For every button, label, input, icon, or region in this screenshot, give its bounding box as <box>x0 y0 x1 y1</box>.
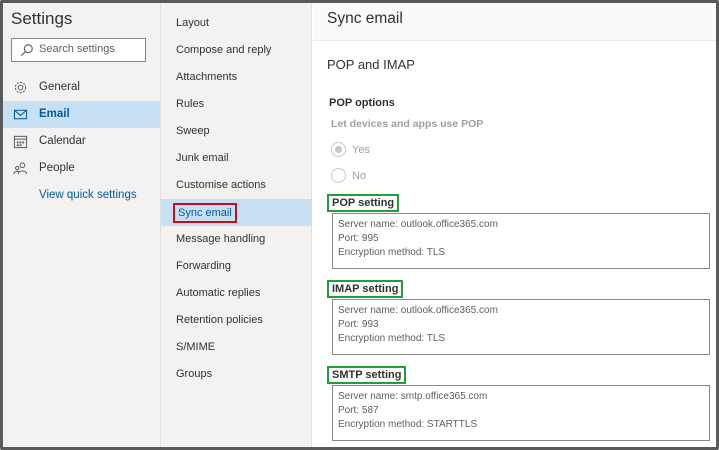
subnav-item-forwarding[interactable]: Forwarding <box>161 253 312 280</box>
smtp-setting-box: Server name: smtp.office365.com Port: 58… <box>332 385 710 441</box>
subnav-item-label: Retention policies <box>176 314 263 326</box>
smtp-encryption: Encryption method: STARTTLS <box>338 419 478 430</box>
smtp-port: Port: 587 <box>338 405 379 416</box>
people-icon <box>13 162 28 175</box>
search-icon <box>20 44 33 57</box>
pop-port: Port: 995 <box>338 233 379 244</box>
calendar-icon <box>13 135 28 149</box>
nav-item-label: People <box>39 162 75 174</box>
nav-item-general[interactable]: General <box>3 74 160 101</box>
subnav-item-label: Sync email <box>173 203 237 223</box>
subnav-item-label: Attachments <box>176 71 238 83</box>
pop-setting-label: POP setting <box>327 194 400 212</box>
subnav-item-compose-and-reply[interactable]: Compose and reply <box>161 37 312 64</box>
nav-item-label: General <box>39 81 80 93</box>
nav-item-label: Calendar <box>39 135 86 147</box>
subnav-item-label: Groups <box>176 368 213 380</box>
gear-icon <box>14 81 27 94</box>
radio-no[interactable] <box>331 168 346 183</box>
subnav-item-label: Junk email <box>176 152 229 164</box>
subnav-item-label: Customise actions <box>176 179 266 191</box>
panel-header: Sync email <box>313 3 716 41</box>
search-input[interactable]: Search settings <box>11 38 146 62</box>
subnav-item-junk-email[interactable]: Junk email <box>161 145 312 172</box>
imap-server-name: Server name: outlook.office365.com <box>338 305 498 316</box>
nav-item-email[interactable]: Email <box>3 101 160 128</box>
subnav-item-customise-actions[interactable]: Customise actions <box>161 172 312 199</box>
smtp-server-name: Server name: smtp.office365.com <box>338 391 488 402</box>
settings-window: Settings Search settings General Email C… <box>0 0 719 450</box>
subnav-item-message-handling[interactable]: Message handling <box>161 226 312 253</box>
pop-options-heading: POP options <box>329 97 395 109</box>
radio-yes[interactable] <box>331 142 346 157</box>
radio-dot <box>335 146 342 153</box>
mail-icon <box>13 109 28 120</box>
search-placeholder: Search settings <box>39 43 115 55</box>
subnav-item-label: Sweep <box>176 125 210 137</box>
subnav-item-label: Rules <box>176 98 205 110</box>
nav-item-people[interactable]: People <box>3 155 160 182</box>
subnav-item-label: S/MIME <box>176 341 216 353</box>
subnav-item-smime[interactable]: S/MIME <box>161 334 312 361</box>
subnav-item-label: Message handling <box>176 233 266 245</box>
pop-server-name: Server name: outlook.office365.com <box>338 219 498 230</box>
imap-setting-box: Server name: outlook.office365.com Port:… <box>332 299 710 355</box>
imap-encryption: Encryption method: TLS <box>338 333 446 344</box>
imap-setting-label: IMAP setting <box>327 280 404 298</box>
panel-title: Sync email <box>327 10 403 27</box>
view-quick-settings-link[interactable]: View quick settings <box>39 189 137 201</box>
subnav-item-groups[interactable]: Groups <box>161 361 312 388</box>
subnav-item-retention-policies[interactable]: Retention policies <box>161 307 312 334</box>
radio-no-label: No <box>352 170 367 182</box>
nav-item-label: Email <box>39 108 70 120</box>
subnav-item-label: Layout <box>176 17 210 29</box>
smtp-setting-label: SMTP setting <box>327 366 407 384</box>
pop-setting-box: Server name: outlook.office365.com Port:… <box>332 213 710 269</box>
let-devices-label: Let devices and apps use POP <box>331 118 484 130</box>
section-title: POP and IMAP <box>327 57 415 72</box>
settings-left-pane: Settings Search settings General Email C… <box>3 3 161 447</box>
settings-title: Settings <box>11 9 73 28</box>
subnav-item-layout[interactable]: Layout <box>161 10 312 37</box>
subnav-item-sync-email[interactable]: Sync email <box>161 199 312 226</box>
email-subsettings-list: Layout Compose and reply Attachments Rul… <box>161 3 312 447</box>
subnav-item-attachments[interactable]: Attachments <box>161 64 312 91</box>
subnav-item-automatic-replies[interactable]: Automatic replies <box>161 280 312 307</box>
subnav-item-label: Compose and reply <box>176 44 272 56</box>
panel-content[interactable]: POP and IMAP POP options Let devices and… <box>313 41 716 447</box>
radio-yes-label: Yes <box>352 144 370 156</box>
pop-encryption: Encryption method: TLS <box>338 247 446 258</box>
subnav-item-label: Forwarding <box>176 260 232 272</box>
nav-item-calendar[interactable]: Calendar <box>3 128 160 155</box>
imap-port: Port: 993 <box>338 319 379 330</box>
sync-email-panel: Sync email POP and IMAP POP options Let … <box>313 3 716 447</box>
subnav-item-sweep[interactable]: Sweep <box>161 118 312 145</box>
subnav-item-label: Automatic replies <box>176 287 261 299</box>
subnav-item-rules[interactable]: Rules <box>161 91 312 118</box>
